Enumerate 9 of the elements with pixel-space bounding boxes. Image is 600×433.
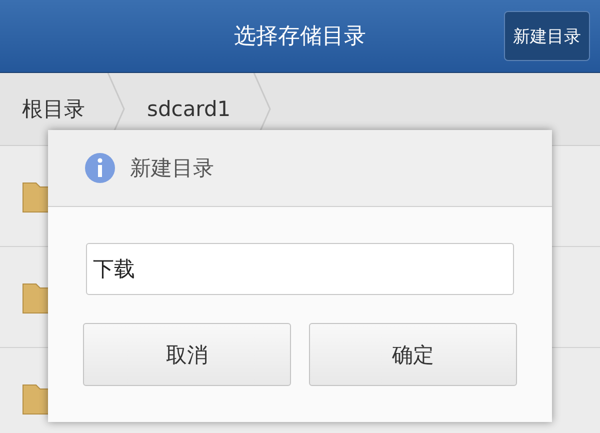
cancel-button[interactable]: 取消 — [83, 323, 291, 386]
screen-title: 选择存储目录 — [234, 23, 366, 51]
folder-name-field[interactable]: 下载 — [86, 243, 514, 295]
new-folder-button[interactable]: 新建目录 — [504, 11, 590, 61]
confirm-button[interactable]: 确定 — [309, 323, 517, 386]
dialog-title: 新建目录 — [130, 155, 214, 182]
info-icon — [84, 152, 116, 184]
breadcrumb-item[interactable]: 根目录 — [0, 95, 107, 123]
breadcrumb-item[interactable]: sdcard1 — [125, 97, 253, 121]
